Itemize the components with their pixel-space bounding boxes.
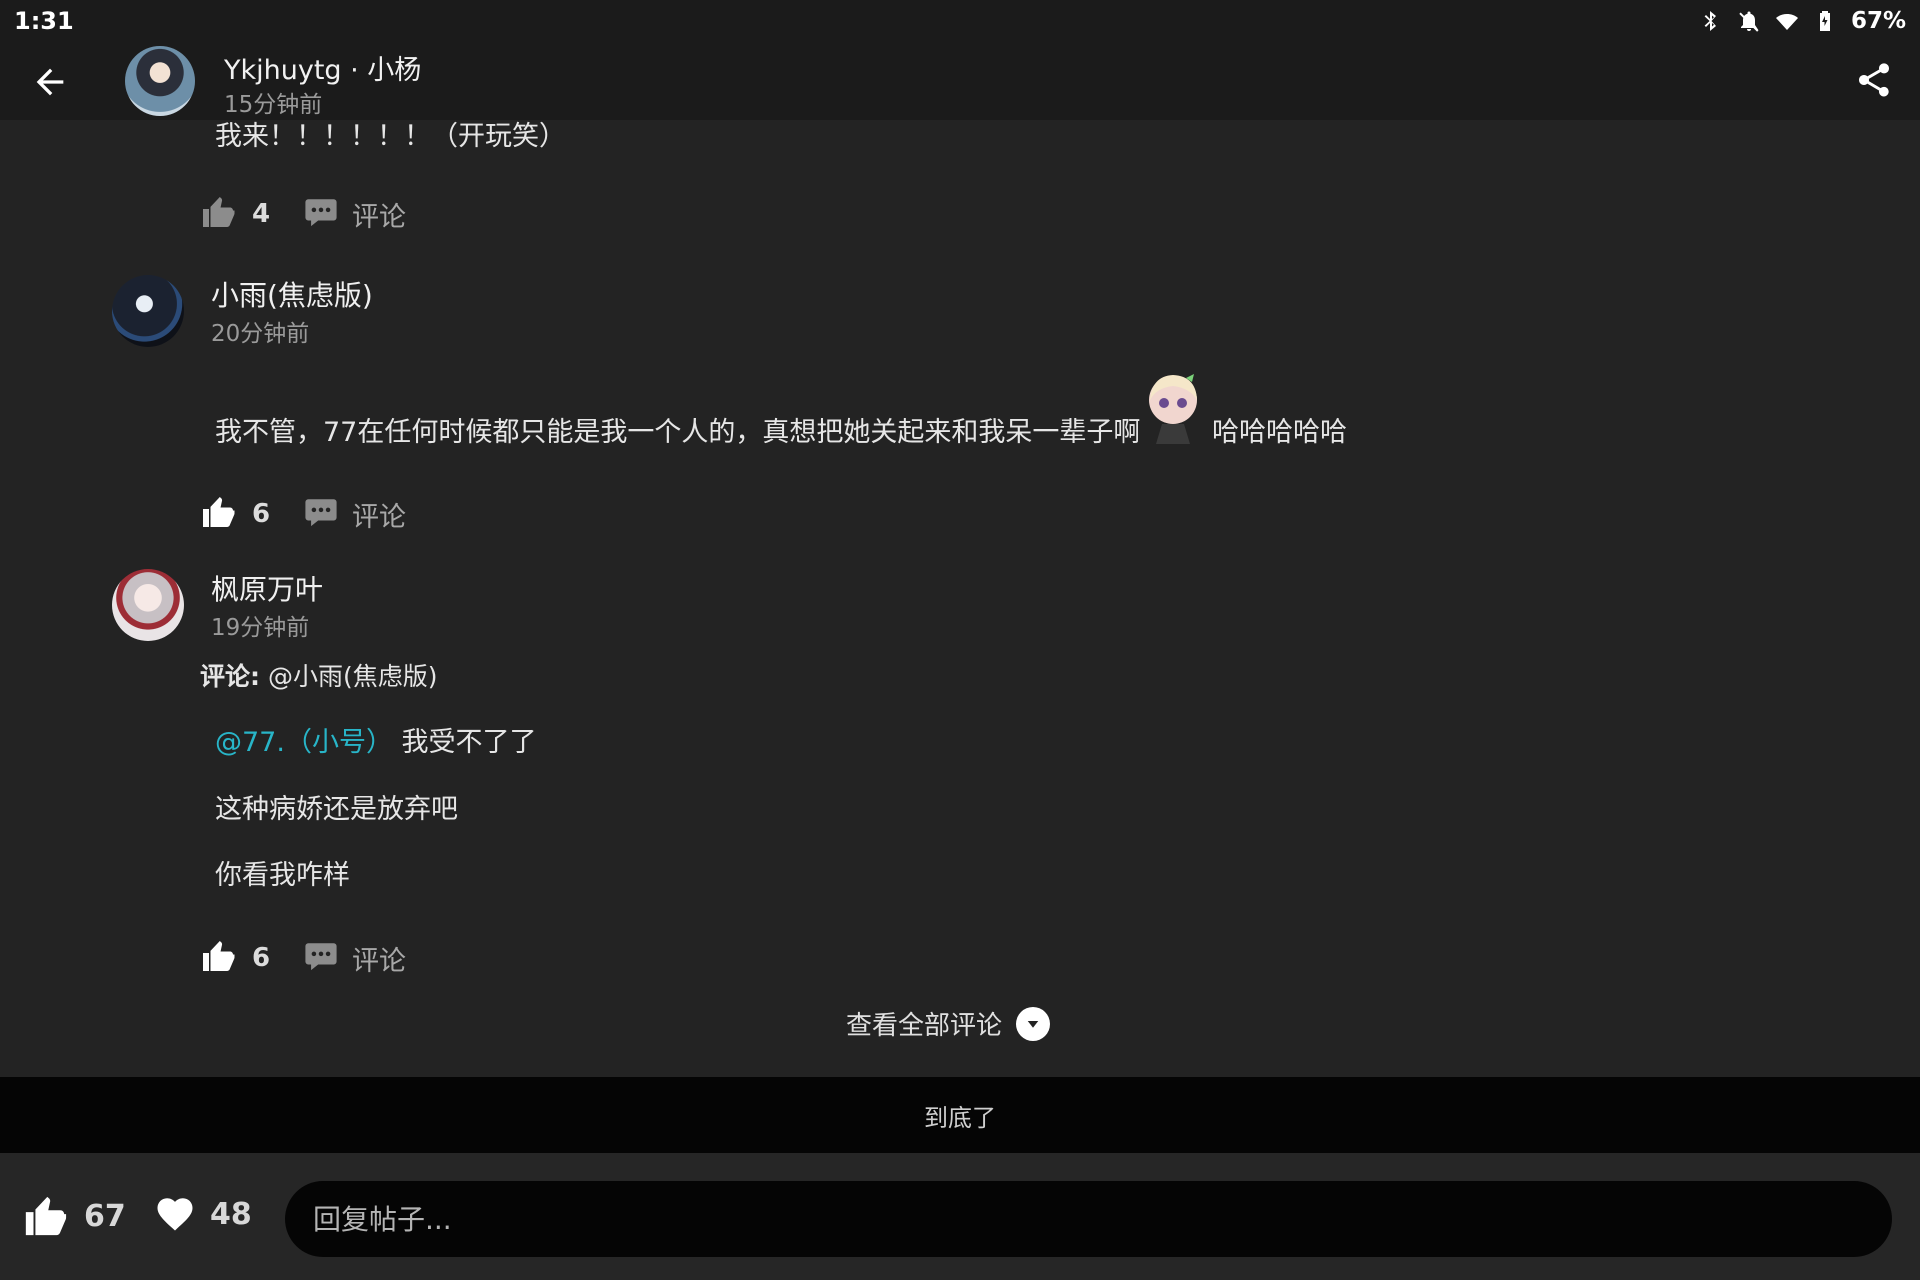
author-avatar[interactable]: [125, 46, 195, 116]
comments-list: 我来！！！！！！（开玩笑） 4 评论 小雨(焦虑版) 20分钟前 我不管，77在…: [0, 120, 1920, 1077]
thumb-up-filled-icon: [203, 497, 235, 527]
comment-text-laugh: 哈哈哈哈哈: [1212, 417, 1347, 448]
like-button[interactable]: [200, 938, 236, 978]
heart-icon: [157, 1198, 193, 1231]
chat-bubble-icon: [305, 943, 337, 971]
like-button[interactable]: [200, 194, 236, 234]
comment-label[interactable]: 评论: [352, 495, 406, 534]
view-all-label: 查看全部评论: [846, 1011, 1003, 1041]
comment-button[interactable]: [304, 940, 338, 976]
share-icon: [1859, 63, 1889, 97]
reply-target[interactable]: @小雨(焦虑版): [268, 662, 438, 691]
mention-link[interactable]: @77.（小号）: [215, 727, 393, 758]
comment-text: 你看我咋样: [215, 860, 350, 891]
battery-icon: [1819, 11, 1830, 31]
comment-text-part: 我不管，77在任何时候都只能是我一个人的，真想把她关起来和我呆一辈子啊: [215, 417, 1141, 448]
comment-text-part: 我受不了了: [401, 727, 537, 758]
author-name[interactable]: Ykjhuytg · 小杨: [224, 48, 421, 87]
post-like-button[interactable]: 67: [22, 1193, 126, 1239]
comment-text: @77.（小号） 我受不了了: [215, 720, 537, 759]
comment-label[interactable]: 评论: [352, 195, 406, 234]
like-count: 6: [252, 943, 271, 973]
bluetooth-icon: [1704, 11, 1716, 31]
like-count: 4: [252, 199, 271, 229]
comment-text: 我来！！！！！！（开玩笑）: [215, 121, 566, 152]
chat-bubble-icon: [305, 499, 337, 527]
reply-to-line: 评论: @小雨(焦虑版): [200, 657, 437, 693]
sticker-emoji-icon: [1142, 370, 1204, 444]
back-button[interactable]: [30, 62, 70, 102]
like-count: 6: [252, 499, 271, 529]
end-of-list-banner: 到底了: [0, 1077, 1920, 1153]
avatar[interactable]: [112, 569, 184, 641]
thumb-up-filled-icon: [203, 941, 235, 971]
thumb-up-filled-icon: [25, 1196, 67, 1236]
top-bar: Ykjhuytg · 小杨 15分钟前: [0, 42, 1920, 120]
commenter-name[interactable]: 枫原万叶: [211, 568, 323, 608]
comment-actions: 4 评论: [200, 192, 406, 236]
favorite-button[interactable]: 48: [154, 1193, 252, 1235]
comment-text: 这种病娇还是放弃吧: [215, 794, 458, 825]
thumb-up-outline-icon: [203, 197, 235, 227]
status-time: 1:31: [14, 7, 74, 35]
bottom-action-bar: 67 48: [0, 1153, 1920, 1280]
status-icons: 67%: [1699, 8, 1906, 34]
comment-button[interactable]: [304, 196, 338, 232]
comment-time: 20分钟前: [211, 321, 310, 347]
view-all-comments-button[interactable]: 查看全部评论: [846, 1005, 1051, 1042]
post-like-count: 67: [84, 1198, 126, 1234]
comment-text: 我不管，77在任何时候都只能是我一个人的，真想把她关起来和我呆一辈子啊: [215, 410, 1140, 449]
reply-prefix: 评论:: [200, 662, 260, 691]
comment-label[interactable]: 评论: [352, 939, 406, 978]
reply-input[interactable]: [285, 1181, 1892, 1257]
battery-level: 67%: [1850, 8, 1906, 34]
comment-time: 19分钟前: [211, 615, 310, 641]
favorite-count: 48: [210, 1196, 252, 1232]
arrow-left-icon: [36, 68, 64, 96]
notifications-off-icon: [1739, 11, 1759, 32]
comment-actions: 6 评论: [200, 936, 406, 980]
comment-button[interactable]: [304, 496, 338, 532]
commenter-name[interactable]: 小雨(焦虑版): [211, 274, 373, 314]
status-bar: 1:31 67%: [0, 0, 1920, 42]
share-button[interactable]: [1854, 60, 1894, 100]
avatar[interactable]: [112, 275, 184, 347]
chevron-down-icon: [1016, 1006, 1051, 1041]
chat-bubble-icon: [305, 199, 337, 227]
like-button[interactable]: [200, 494, 236, 534]
comment-actions: 6 评论: [200, 492, 406, 536]
wifi-icon: [1775, 14, 1798, 30]
end-text: 到底了: [924, 1103, 996, 1132]
